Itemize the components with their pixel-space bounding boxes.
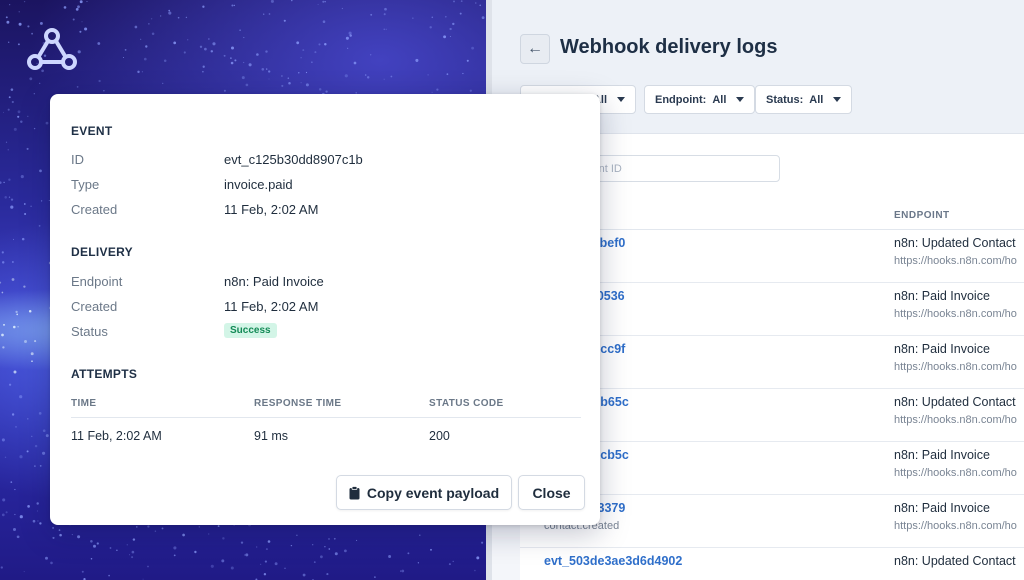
section-title-attempts: ATTEMPTS <box>71 367 138 381</box>
endpoint-url: https://hooks.n8n.com/ho <box>894 467 1017 479</box>
copy-button-label: Copy event payload <box>366 484 500 501</box>
filter-value: All <box>809 93 824 106</box>
section-title-event: EVENT <box>71 124 113 138</box>
endpoint-name: n8n: Updated Contact <box>894 554 1016 568</box>
created-label: Created <box>71 299 118 314</box>
delivery-endpoint-value: n8n: Paid Invoice <box>224 274 324 289</box>
endpoint-filter[interactable]: Endpoint: All <box>644 85 756 114</box>
endpoint-name: n8n: Updated Contact <box>894 395 1016 409</box>
column-header-response-time: RESPONSE TIME <box>254 398 342 409</box>
back-arrow-icon: ← <box>527 40 543 57</box>
endpoint-name: n8n: Updated Contact <box>894 236 1016 250</box>
event-type-value: invoice.paid <box>224 177 293 192</box>
attempt-time: 11 Feb, 2:02 AM <box>71 429 162 443</box>
status-filter[interactable]: Status: All <box>755 85 853 114</box>
endpoint-name: n8n: Paid Invoice <box>894 501 990 515</box>
endpoint-url: https://hooks.n8n.com/ho <box>894 520 1017 532</box>
filter-label: Status: <box>766 93 804 106</box>
section-title-delivery: DELIVERY <box>71 245 133 259</box>
page-title: Webhook delivery logs <box>560 36 778 58</box>
endpoint-url: https://hooks.n8n.com/ho <box>894 361 1017 373</box>
column-header-endpoint: ENDPOINT <box>894 210 950 221</box>
delivery-created-value: 11 Feb, 2:02 AM <box>224 299 319 314</box>
chevron-down-icon <box>617 97 625 102</box>
event-id-value: evt_c125b30dd8907c1b <box>224 152 363 167</box>
status-badge: Success <box>224 323 277 338</box>
clipboard-icon <box>349 485 360 499</box>
endpoint-name: n8n: Paid Invoice <box>894 289 990 303</box>
close-button[interactable]: Close <box>518 475 585 510</box>
chevron-down-icon <box>833 97 842 102</box>
attempt-response-time: 91 ms <box>254 429 289 443</box>
copy-payload-button[interactable]: Copy event payload <box>336 475 512 510</box>
endpoint-url: https://hooks.n8n.com/ho <box>894 255 1017 267</box>
status-label: Status <box>71 324 108 339</box>
attempt-status-code: 200 <box>429 429 450 443</box>
endpoint-url: https://hooks.n8n.com/ho <box>894 414 1017 426</box>
id-label: ID <box>71 152 84 167</box>
header-divider <box>71 417 581 418</box>
endpoint-name: n8n: Paid Invoice <box>894 342 990 356</box>
event-created-value: 11 Feb, 2:02 AM <box>224 202 319 217</box>
webhook-logo-icon <box>26 26 78 72</box>
chevron-down-icon <box>736 97 745 102</box>
endpoint-label: Endpoint <box>71 274 123 289</box>
table-row[interactable]: evt_503de3ae3d6d4902 n8n: Updated Contac… <box>520 548 1024 580</box>
endpoint-name: n8n: Paid Invoice <box>894 448 990 462</box>
filter-label: Endpoint: <box>655 93 707 106</box>
back-button[interactable]: ← <box>520 34 550 64</box>
column-header-status-code: STATUS CODE <box>429 398 504 409</box>
event-id-link[interactable]: evt_503de3ae3d6d4902 <box>544 554 682 568</box>
filter-value: All <box>712 93 727 106</box>
type-label: Type <box>71 177 100 192</box>
created-label: Created <box>71 202 118 217</box>
close-button-label: Close <box>532 484 571 501</box>
column-header-time: TIME <box>71 398 97 409</box>
event-details-modal: EVENT ID evt_c125b30dd8907c1b Type invoi… <box>50 94 600 525</box>
endpoint-url: https://hooks.n8n.com/ho <box>894 308 1017 320</box>
